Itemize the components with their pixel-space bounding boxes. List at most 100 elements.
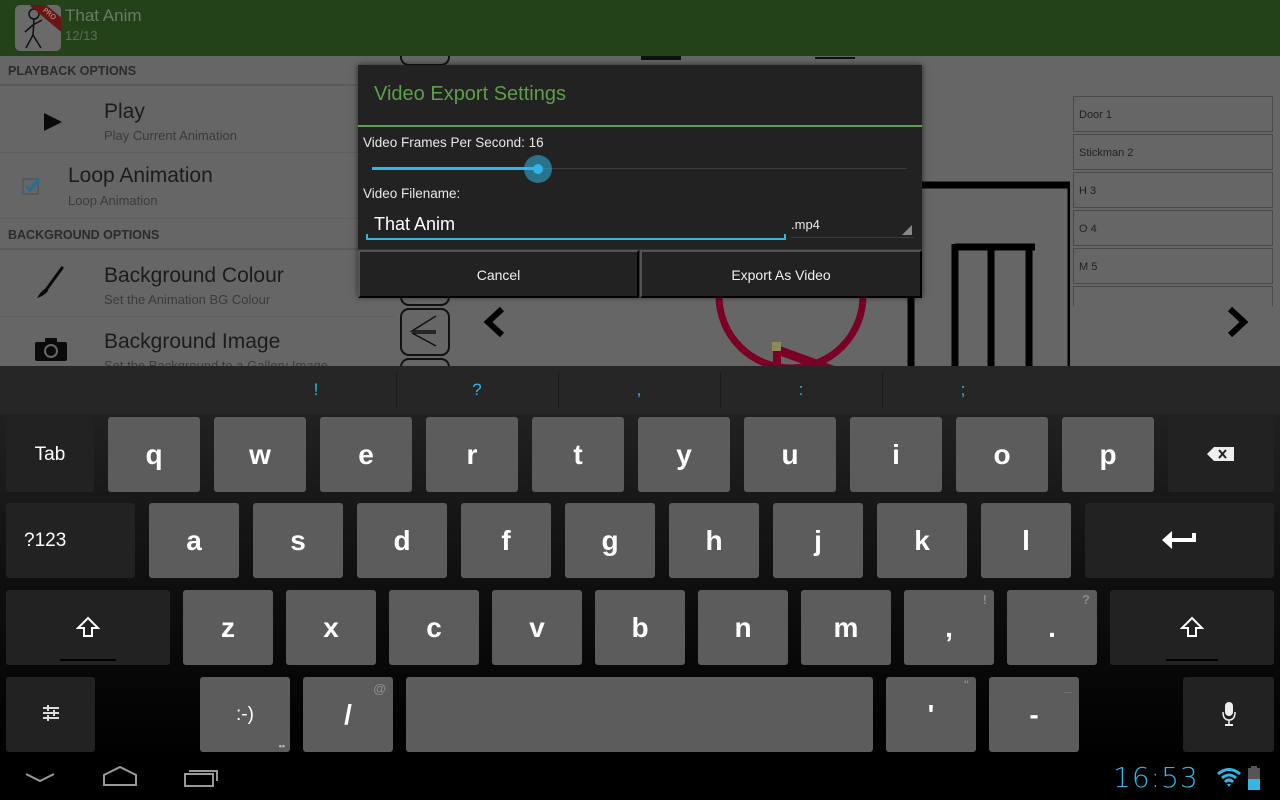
shift-indicator: [1166, 659, 1218, 661]
key-label: q: [145, 439, 163, 470]
key-backspace[interactable]: [1168, 417, 1274, 492]
dropdown-corner-icon: [902, 225, 912, 235]
key-g[interactable]: g: [565, 503, 655, 578]
suggestion-item[interactable]: ?: [397, 366, 557, 414]
suggestion-strip: ! ? , : ;: [0, 366, 1280, 414]
fps-slider[interactable]: [372, 155, 907, 183]
key-p[interactable]: p: [1062, 417, 1154, 492]
key-m[interactable]: m: [801, 590, 891, 665]
layer-item[interactable]: O 4: [1073, 210, 1273, 246]
key-label: d: [393, 525, 411, 556]
key-z[interactable]: z: [183, 590, 273, 665]
fps-slider-thumb[interactable]: [523, 155, 552, 183]
key-tab[interactable]: Tab: [6, 417, 94, 492]
key-label: k: [914, 525, 930, 556]
export-as-video-button[interactable]: Export As Video: [640, 250, 922, 298]
key-shift-right[interactable]: [1110, 590, 1274, 665]
screen: PRO That Anim 12/13 PLAYBACK OPTIONS Pla…: [0, 0, 1280, 800]
layer-item[interactable]: M 5: [1073, 248, 1273, 284]
suggestion-item[interactable]: ,: [559, 366, 719, 414]
layer-item[interactable]: Stickman 2: [1073, 134, 1273, 170]
key-voice-input[interactable]: [1183, 677, 1274, 752]
key-v[interactable]: v: [492, 590, 582, 665]
next-frame-arrow-icon[interactable]: [1226, 306, 1250, 342]
key-y[interactable]: y: [638, 417, 730, 492]
key-l[interactable]: l: [981, 503, 1071, 578]
wifi-icon: [1217, 768, 1241, 792]
key-settings[interactable]: [6, 677, 95, 752]
home-icon[interactable]: [102, 765, 138, 791]
app-title: That Anim: [65, 6, 142, 25]
key-a[interactable]: a: [149, 503, 239, 578]
pref-bg-colour-subtitle: Set the Animation BG Colour: [104, 292, 271, 307]
tool-flip-button[interactable]: [400, 308, 450, 356]
key-hint: !: [982, 592, 987, 607]
key-label: n: [734, 612, 752, 643]
key-label: p: [1099, 439, 1117, 470]
key-i[interactable]: i: [850, 417, 942, 492]
suggestion-item[interactable]: :: [721, 366, 881, 414]
key-space[interactable]: [406, 677, 873, 752]
key-slash[interactable]: @ /: [303, 677, 393, 752]
key-b[interactable]: b: [595, 590, 685, 665]
hide-keyboard-icon[interactable]: [24, 770, 56, 790]
key-label: Tab: [34, 444, 66, 465]
key-k[interactable]: k: [877, 503, 967, 578]
layer-item[interactable]: H 3: [1073, 172, 1273, 208]
key-apostrophe[interactable]: " ': [886, 677, 976, 752]
shift-indicator: [60, 659, 116, 661]
key-q[interactable]: q: [108, 417, 200, 492]
key-period[interactable]: ?.: [1007, 590, 1097, 665]
key-u[interactable]: u: [744, 417, 836, 492]
flip-icon: [409, 315, 437, 347]
key-dash[interactable]: _ -: [989, 677, 1079, 752]
key-j[interactable]: j: [773, 503, 863, 578]
cancel-button[interactable]: Cancel: [358, 250, 639, 298]
backspace-icon: [1207, 447, 1234, 461]
key-comma[interactable]: !,: [904, 590, 994, 665]
key-n[interactable]: n: [698, 590, 788, 665]
recent-apps-icon[interactable]: [183, 766, 219, 792]
key-shift-left[interactable]: [6, 590, 170, 665]
key-emoticon[interactable]: :-) ••: [200, 677, 290, 752]
key-c[interactable]: c: [389, 590, 479, 665]
key-enter[interactable]: [1085, 503, 1274, 578]
settings-panel: PLAYBACK OPTIONS Play Play Current Anima…: [0, 56, 395, 373]
layer-item[interactable]: Door 1: [1073, 96, 1273, 132]
pref-play-title: Play: [104, 100, 145, 123]
play-icon: [42, 112, 64, 136]
key-label: h: [705, 525, 723, 556]
system-nav-bar: 16:53: [0, 758, 1280, 800]
dialog-title-divider: [358, 125, 922, 127]
suggestion-item[interactable]: ;: [883, 366, 1043, 414]
loop-checkbox[interactable]: [22, 176, 42, 200]
key-label: s: [290, 525, 306, 556]
layer-item[interactable]: [1073, 286, 1273, 306]
key-label: e: [358, 439, 374, 470]
app-logo-icon[interactable]: PRO: [15, 5, 61, 51]
key-label: ': [927, 699, 935, 730]
filename-label: Video Filename:: [363, 186, 461, 201]
key-d[interactable]: d: [357, 503, 447, 578]
key-label: l: [1022, 525, 1030, 556]
extension-dropdown[interactable]: .mp4: [791, 212, 914, 238]
key-t[interactable]: t: [532, 417, 624, 492]
key-w[interactable]: w: [214, 417, 306, 492]
suggestion-item[interactable]: !: [236, 366, 396, 414]
pref-play[interactable]: Play Play Current Animation: [0, 88, 395, 153]
key-f[interactable]: f: [461, 503, 551, 578]
key-r[interactable]: r: [426, 417, 518, 492]
key-s[interactable]: s: [253, 503, 343, 578]
pref-bg-colour[interactable]: Background Colour Set the Animation BG C…: [0, 252, 395, 317]
key-x[interactable]: x: [286, 590, 376, 665]
previous-frame-arrow-icon[interactable]: [482, 306, 506, 342]
key-h[interactable]: h: [669, 503, 759, 578]
key-o[interactable]: o: [956, 417, 1048, 492]
key-hint: ": [963, 679, 969, 691]
key-label: t: [573, 439, 583, 470]
key-e[interactable]: e: [320, 417, 412, 492]
pref-loop[interactable]: Loop Animation Loop Animation: [0, 154, 395, 219]
key-hint: ?: [1082, 592, 1090, 607]
key-symbols[interactable]: ?123: [6, 503, 135, 578]
filename-input[interactable]: [366, 210, 786, 240]
